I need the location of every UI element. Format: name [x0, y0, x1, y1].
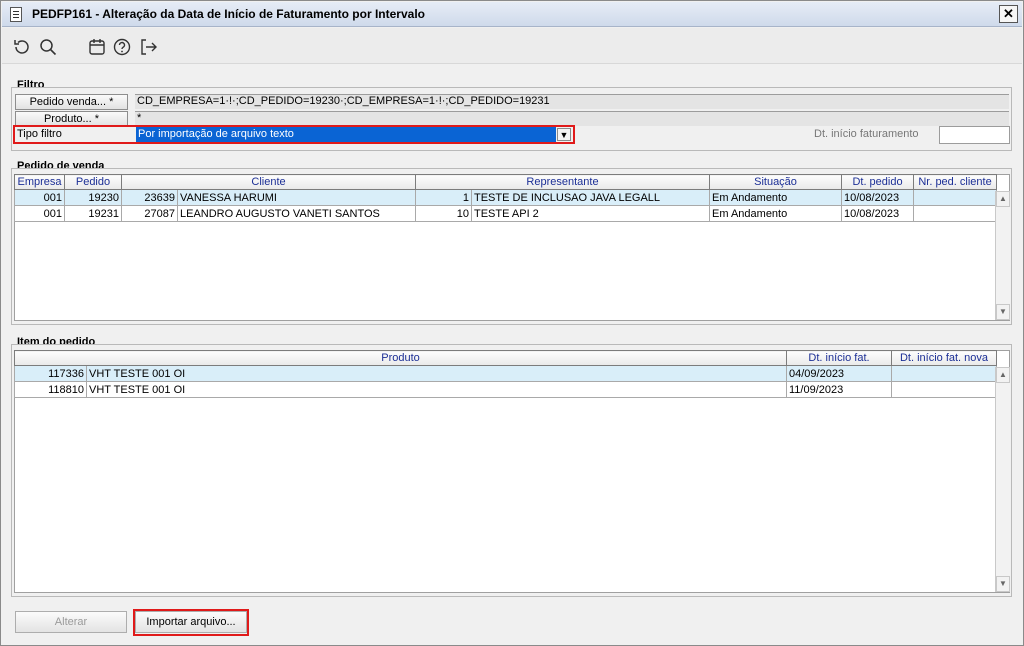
scroll-up-icon[interactable]: ▲: [996, 367, 1010, 383]
col-dt-inicio-fat[interactable]: Dt. início fat.: [786, 350, 892, 366]
pedido-venda-table: Empresa Pedido Cliente Representante Sit…: [14, 174, 998, 222]
col-produto[interactable]: Produto: [14, 350, 787, 366]
col-empresa[interactable]: Empresa: [14, 174, 65, 190]
cell-cliente: VANESSA HARUMI: [177, 189, 416, 206]
exit-icon[interactable]: [138, 37, 158, 57]
pedido-venda-button[interactable]: Pedido venda... *: [15, 94, 128, 110]
cell-situacao: Em Andamento: [709, 189, 843, 206]
col-dt-pedido[interactable]: Dt. pedido: [841, 174, 915, 190]
col-representante[interactable]: Representante: [414, 174, 711, 190]
col-nr-ped-cliente[interactable]: Nr. ped. cliente: [913, 174, 998, 190]
cell-produto: VHT TESTE 001 OI: [86, 365, 787, 382]
cell-dt-inicio: 11/09/2023: [786, 381, 892, 398]
window-title: PEDFP161 - Alteração da Data de Início d…: [32, 7, 425, 21]
pedido-venda-scrollbar[interactable]: ▲ ▼: [995, 191, 1010, 320]
help-icon[interactable]: [112, 37, 132, 57]
cell-pedido: 19231: [64, 205, 122, 222]
cell-representante: TESTE DE INCLUSAO JAVA LEGALL: [470, 189, 711, 206]
cell-produto: VHT TESTE 001 OI: [86, 381, 787, 398]
col-pedido[interactable]: Pedido: [64, 174, 122, 190]
cell-rep-cod: 10: [415, 205, 472, 222]
cell-rep-cod: 1: [415, 189, 472, 206]
pedido-venda-field[interactable]: CD_EMPRESA=1·!·;CD_PEDIDO=19230·;CD_EMPR…: [135, 94, 1009, 109]
cell-representante: TESTE API 2: [470, 205, 711, 222]
col-cliente[interactable]: Cliente: [121, 174, 416, 190]
cell-cliente-cod: 27087: [121, 205, 178, 222]
cell-nr-ped-cliente: [913, 189, 998, 206]
cell-empresa: 001: [14, 205, 65, 222]
alterar-button[interactable]: Alterar: [15, 611, 127, 633]
scroll-down-icon[interactable]: ▼: [996, 576, 1010, 592]
col-dt-inicio-fat-nova[interactable]: Dt. início fat. nova: [891, 350, 997, 366]
table-header: Produto Dt. início fat. Dt. início fat. …: [14, 350, 997, 366]
cell-empresa: 001: [14, 189, 65, 206]
cell-cliente-cod: 23639: [121, 189, 178, 206]
table-row[interactable]: 118810 VHT TESTE 001 OI 11/09/2023: [14, 381, 997, 398]
toolbar: [2, 28, 1022, 64]
cell-cliente: LEANDRO AUGUSTO VANETI SANTOS: [177, 205, 416, 222]
dt-inicio-input[interactable]: [939, 126, 1010, 144]
cell-prod-cod: 117336: [14, 365, 87, 382]
title-bar: PEDFP161 - Alteração da Data de Início d…: [2, 2, 1022, 27]
scroll-down-icon[interactable]: ▼: [996, 304, 1010, 320]
cell-dt-nova[interactable]: [891, 365, 997, 382]
scroll-up-icon[interactable]: ▲: [996, 191, 1010, 207]
cell-pedido: 19230: [64, 189, 122, 206]
item-pedido-table: Produto Dt. início fat. Dt. início fat. …: [14, 350, 997, 398]
item-pedido-scrollbar[interactable]: ▲ ▼: [995, 367, 1010, 592]
cell-dt-inicio: 04/09/2023: [786, 365, 892, 382]
search-icon[interactable]: [38, 37, 58, 57]
main-window: PEDFP161 - Alteração da Data de Início d…: [0, 0, 1024, 646]
importar-arquivo-button[interactable]: Importar arquivo...: [135, 611, 247, 633]
table-row[interactable]: 001 19230 23639 VANESSA HARUMI 1 TESTE D…: [14, 189, 998, 206]
tipo-filtro-select[interactable]: Por importação de arquivo texto: [136, 127, 556, 142]
produto-field[interactable]: *: [135, 111, 1009, 126]
cell-dt-pedido: 10/08/2023: [841, 205, 915, 222]
close-button[interactable]: ✕: [999, 5, 1018, 23]
cell-prod-cod: 118810: [14, 381, 87, 398]
calendar-icon[interactable]: [87, 37, 107, 57]
col-situacao[interactable]: Situação: [709, 174, 843, 190]
refresh-icon[interactable]: [12, 37, 32, 57]
cell-situacao: Em Andamento: [709, 205, 843, 222]
table-row[interactable]: 117336 VHT TESTE 001 OI 04/09/2023: [14, 365, 997, 382]
document-icon: [10, 7, 22, 22]
chevron-down-icon[interactable]: ▼: [557, 128, 571, 141]
table-row[interactable]: 001 19231 27087 LEANDRO AUGUSTO VANETI S…: [14, 205, 998, 222]
dt-inicio-label: Dt. início faturamento: [814, 128, 919, 140]
cell-dt-pedido: 10/08/2023: [841, 189, 915, 206]
cell-dt-nova[interactable]: [891, 381, 997, 398]
cell-nr-ped-cliente: [913, 205, 998, 222]
tipo-filtro-label: Tipo filtro: [17, 128, 62, 140]
table-header: Empresa Pedido Cliente Representante Sit…: [14, 174, 998, 190]
